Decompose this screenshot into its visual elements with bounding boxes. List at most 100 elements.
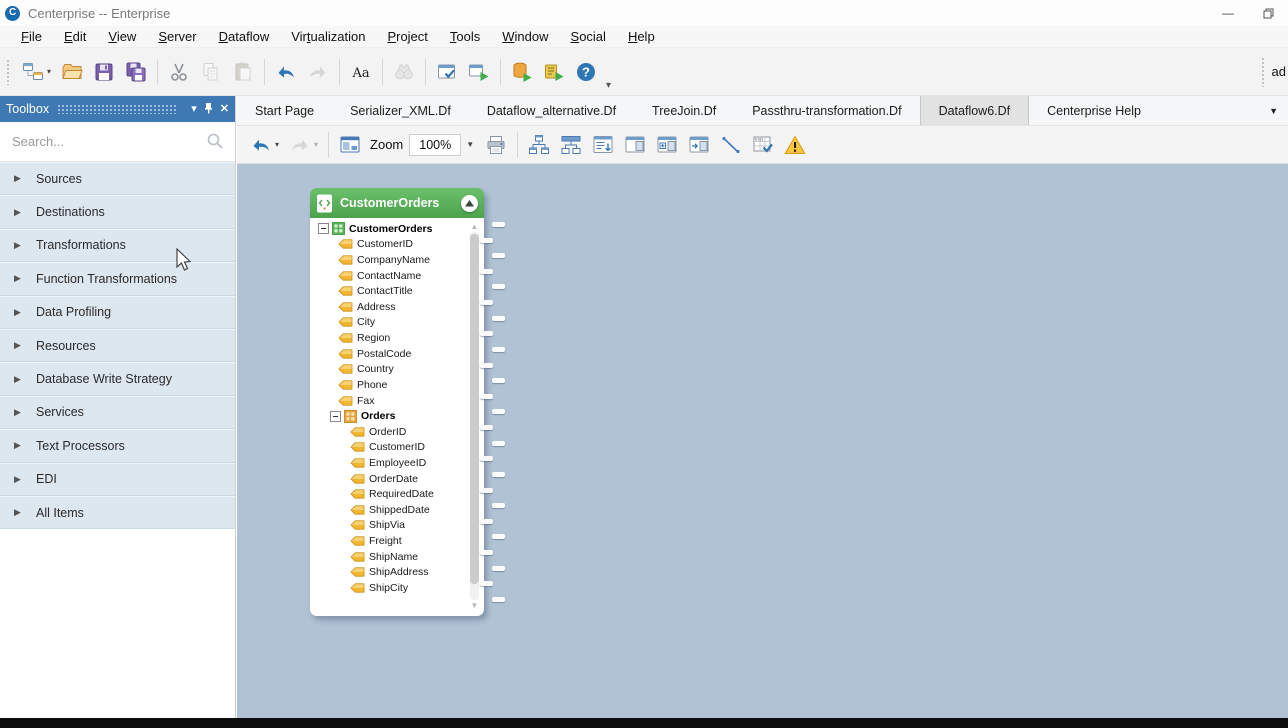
menu-item-edit[interactable]: Edit	[53, 27, 97, 46]
tree-field-country[interactable]: Country	[314, 361, 467, 377]
collapse-expander-icon[interactable]	[318, 223, 329, 234]
zoom-value-box[interactable]: 100%	[409, 134, 461, 156]
expand-arrow-icon[interactable]: ▶	[14, 507, 36, 518]
menu-item-social[interactable]: Social	[560, 27, 617, 46]
tree-field-shipcity[interactable]: ShipCity	[314, 580, 467, 596]
expand-arrow-icon[interactable]: ▶	[14, 240, 36, 251]
tree-field-fax[interactable]: Fax	[314, 393, 467, 409]
tree-field-companyname[interactable]: CompanyName	[314, 252, 467, 268]
output-port[interactable]	[492, 347, 505, 352]
output-port[interactable]	[492, 378, 505, 383]
zoom-dropdown-icon[interactable]: ▼	[466, 140, 474, 149]
tree-field-shippeddate[interactable]: ShippedDate	[314, 502, 467, 518]
cut-button[interactable]	[164, 58, 194, 86]
output-port[interactable]	[480, 363, 493, 368]
tree-field-orderdate[interactable]: OrderDate	[314, 471, 467, 487]
toolbox-item-function-transformations[interactable]: ▶Function Transformations	[0, 262, 235, 295]
dropdown-caret-icon[interactable]: ▾	[47, 67, 51, 76]
node-header[interactable]: CustomerOrders	[310, 188, 484, 218]
output-port[interactable]	[480, 550, 493, 555]
toolbox-item-database-write-strategy[interactable]: ▶Database Write Strategy	[0, 362, 235, 395]
save-button[interactable]	[89, 58, 119, 86]
menu-item-server[interactable]: Server	[147, 27, 207, 46]
font-button[interactable]: Aa	[346, 58, 376, 86]
queue-job-button[interactable]	[539, 58, 569, 86]
zoom-fit-button[interactable]	[335, 131, 365, 159]
toolbox-drag-handle[interactable]	[57, 104, 178, 114]
toolbar-grip[interactable]	[6, 59, 11, 85]
output-port[interactable]	[480, 425, 493, 430]
scroll-down-icon[interactable]: ▼	[469, 601, 480, 610]
tree-field-employeeid[interactable]: EmployeeID	[314, 455, 467, 471]
toolbox-item-edi[interactable]: ▶EDI	[0, 463, 235, 496]
show-warnings-button[interactable]	[780, 131, 810, 159]
output-port[interactable]	[492, 409, 505, 414]
expand-arrow-icon[interactable]: ▶	[14, 440, 36, 451]
expand-arrow-icon[interactable]: ▶	[14, 273, 36, 284]
navigate-node-button[interactable]	[684, 131, 714, 159]
tab-treejoin-df[interactable]: TreeJoin.Df	[634, 96, 734, 125]
output-port[interactable]	[492, 534, 505, 539]
tree-field-contacttitle[interactable]: ContactTitle	[314, 283, 467, 299]
output-port[interactable]	[492, 503, 505, 508]
scrollbar-thumb[interactable]	[470, 234, 479, 584]
tree-field-phone[interactable]: Phone	[314, 377, 467, 393]
auto-layout-button[interactable]	[524, 131, 554, 159]
tab-dataflow-alternative-df[interactable]: Dataflow_alternative.Df	[469, 96, 634, 125]
minimize-button[interactable]: ―	[1208, 1, 1248, 25]
toolbox-item-destinations[interactable]: ▶Destinations	[0, 195, 235, 228]
toolbox-item-resources[interactable]: ▶Resources	[0, 329, 235, 362]
customerorders-node[interactable]: CustomerOrders CustomerOrdersCustomerIDC…	[310, 188, 484, 616]
menu-item-dataflow[interactable]: Dataflow	[208, 27, 281, 46]
tree-layout-button[interactable]	[556, 131, 586, 159]
start-dataflow-button[interactable]	[464, 58, 494, 86]
output-port[interactable]	[492, 597, 505, 602]
output-port[interactable]	[492, 566, 505, 571]
open-button[interactable]	[57, 58, 87, 86]
output-port[interactable]	[480, 456, 493, 461]
toolbox-item-sources[interactable]: ▶Sources	[0, 162, 235, 195]
menu-item-help[interactable]: Help	[617, 27, 666, 46]
toolbox-item-text-processors[interactable]: ▶Text Processors	[0, 429, 235, 462]
expand-node-button[interactable]	[652, 131, 682, 159]
output-port[interactable]	[480, 519, 493, 524]
output-port[interactable]	[492, 222, 505, 227]
expand-arrow-icon[interactable]: ▶	[14, 407, 36, 418]
tab-dataflow6-df[interactable]: Dataflow6.Df	[920, 96, 1030, 125]
collapse-expander-icon[interactable]	[330, 411, 341, 422]
tab-serializer-xml-df[interactable]: Serializer_XML.Df	[332, 96, 469, 125]
tree-field-requireddate[interactable]: RequiredDate	[314, 486, 467, 502]
output-port[interactable]	[480, 331, 493, 336]
database-job-button[interactable]	[507, 58, 537, 86]
draw-link-button[interactable]	[716, 131, 746, 159]
output-port[interactable]	[480, 269, 493, 274]
expand-arrow-icon[interactable]: ▶	[14, 374, 36, 385]
output-port[interactable]	[492, 316, 505, 321]
dataflow-canvas[interactable]: CustomerOrders CustomerOrdersCustomerIDC…	[237, 164, 1288, 718]
restore-button[interactable]	[1248, 1, 1288, 25]
preview-data-button[interactable]: 0101	[748, 131, 778, 159]
tab-start-page[interactable]: Start Page	[237, 96, 332, 125]
print-button[interactable]	[481, 131, 511, 159]
scroll-up-icon[interactable]: ▲	[469, 222, 480, 231]
tree-field-shipaddress[interactable]: ShipAddress	[314, 564, 467, 580]
verify-window-button[interactable]	[432, 58, 462, 86]
output-port[interactable]	[492, 441, 505, 446]
tab-centerprise-help[interactable]: Centerprise Help	[1029, 96, 1159, 125]
tree-field-shipvia[interactable]: ShipVia	[314, 518, 467, 534]
output-port[interactable]	[492, 472, 505, 477]
tree-field-region[interactable]: Region	[314, 330, 467, 346]
expand-arrow-icon[interactable]: ▶	[14, 207, 36, 218]
help-button[interactable]: ?	[571, 58, 601, 86]
menu-item-window[interactable]: Window	[491, 27, 559, 46]
toolbox-close-icon[interactable]: ✕	[220, 104, 229, 115]
toolbox-item-all-items[interactable]: ▶All Items	[0, 496, 235, 529]
tree-field-city[interactable]: City	[314, 315, 467, 331]
menu-item-view[interactable]: View	[97, 27, 147, 46]
tree-field-customerid[interactable]: CustomerID	[314, 440, 467, 456]
tree-field-postalcode[interactable]: PostalCode	[314, 346, 467, 362]
tree-field-orderid[interactable]: OrderID	[314, 424, 467, 440]
tree-field-contactname[interactable]: ContactName	[314, 268, 467, 284]
menu-item-file[interactable]: File	[10, 27, 53, 46]
toolbar-overflow-icon[interactable]: ▾	[606, 80, 611, 95]
